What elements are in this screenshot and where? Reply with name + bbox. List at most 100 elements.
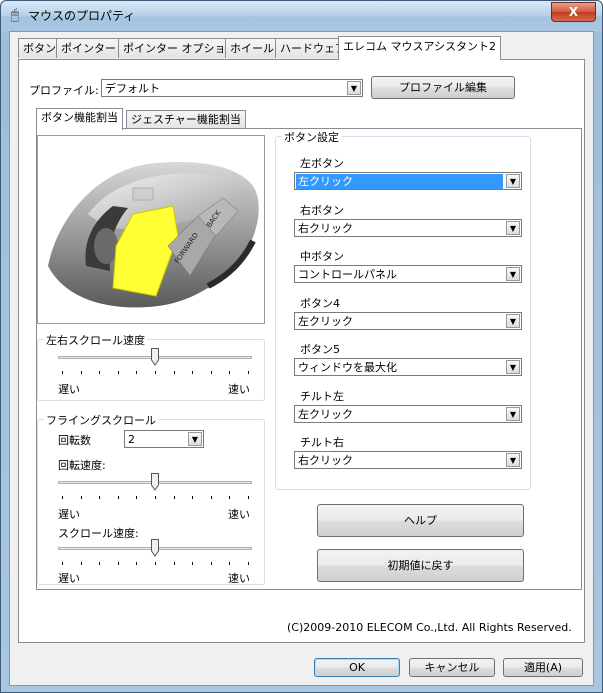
profile-dropdown[interactable]: デフォルト ▼ <box>101 79 363 97</box>
tilt-right-label: チルト右 <box>300 436 344 449</box>
rotation-speed-fast-label: 速い <box>228 508 250 521</box>
help-button[interactable]: ヘルプ <box>317 504 524 537</box>
chevron-down-icon[interactable]: ▼ <box>347 81 361 95</box>
button-settings-title: ボタン設定 <box>282 129 341 145</box>
tilt-left-label: チルト左 <box>300 389 344 403</box>
button-settings-group: ボタン設定 左ボタン 左クリック ▼ 右ボタン 右クリック ▼ 中ボタン コントロールパネル ▼… <box>275 129 531 490</box>
tab-pointer[interactable]: ポインター <box>56 38 121 58</box>
horizontal-scroll-title: 左右スクロール速度 <box>44 332 147 348</box>
slider-tick <box>136 562 138 565</box>
tab-wheel[interactable]: ホイール <box>225 38 279 58</box>
rotation-speed-thumb[interactable] <box>151 473 159 491</box>
rotation-speed-ticks <box>62 496 249 500</box>
slider-tick <box>136 496 138 499</box>
flying-scroll-group: フライングスクロール 回転数 2 ▼ 回転速度: 遅い 速い スクロール速度: <box>37 412 265 585</box>
slider-tick <box>117 496 119 499</box>
cancel-button[interactable]: キャンセル <box>409 658 495 677</box>
edit-profile-button[interactable]: プロファイル編集 <box>371 76 515 99</box>
slider-tick <box>173 496 175 499</box>
function-tabs-area: ボタン機能割当 ジェスチャー機能割当 FORWARD BACK 左右スクロール速… <box>36 107 582 591</box>
slider-tick <box>80 562 82 565</box>
rotations-label: 回転数 <box>58 434 91 447</box>
tilt-left-dropdown[interactable]: 左クリック ▼ <box>294 404 522 423</box>
scroll-speed-fast-label: 速い <box>228 572 250 585</box>
horizontal-scroll-ticks <box>62 371 249 375</box>
slider-tick <box>192 371 194 374</box>
slider-tick <box>248 562 249 565</box>
scroll-speed-slow-label: 遅い <box>58 572 80 585</box>
slider-tick <box>248 371 249 374</box>
slider-tick <box>192 562 194 565</box>
chevron-down-icon[interactable]: ▼ <box>506 267 520 281</box>
right-button-label: 右ボタン <box>300 203 344 217</box>
apply-button[interactable]: 適用(A) <box>503 658 583 677</box>
button5-dropdown[interactable]: ウィンドウを最大化 ▼ <box>294 358 522 376</box>
slider-tick <box>173 562 175 565</box>
scroll-speed-label: スクロール速度: <box>58 527 139 540</box>
slider-tick <box>99 496 101 499</box>
profile-label: プロファイル: <box>29 84 99 97</box>
slider-tick <box>155 371 156 374</box>
slider-tick <box>229 562 231 565</box>
chevron-down-icon[interactable]: ▼ <box>506 220 520 235</box>
chevron-down-icon[interactable]: ▼ <box>506 360 520 374</box>
left-button-label: 左ボタン <box>300 157 344 170</box>
horizontal-scroll-slow-label: 遅い <box>58 383 80 396</box>
tilt-right-dropdown[interactable]: 右クリック ▼ <box>294 451 522 469</box>
mouse-properties-window: 🖱 マウスのプロパティ X ボタン ポインター ポインター オプション ホイール… <box>0 0 603 693</box>
button5-label: ボタン5 <box>300 343 340 356</box>
rotation-speed-slow-label: 遅い <box>58 508 80 521</box>
button-assign-panel: FORWARD BACK 左右スクロール速度 遅い 速い フライングスクロール … <box>36 128 582 590</box>
horizontal-scroll-thumb[interactable] <box>151 348 159 366</box>
rotation-speed-label: 回転速度: <box>58 459 106 472</box>
horizontal-scroll-group: 左右スクロール速度 遅い 速い <box>37 332 265 401</box>
dialog-client: ボタン ポインター ポインター オプション ホイール ハードウェア エレコム マ… <box>9 31 594 686</box>
scroll-speed-ticks <box>62 562 249 566</box>
middle-button-dropdown[interactable]: コントロールパネル ▼ <box>294 265 522 283</box>
slider-tick <box>62 371 63 374</box>
right-button-dropdown[interactable]: 右クリック ▼ <box>294 218 522 237</box>
chevron-down-icon[interactable]: ▼ <box>506 453 520 467</box>
slider-tick <box>210 562 212 565</box>
slider-tick <box>210 371 212 374</box>
slider-tick <box>173 371 175 374</box>
reset-defaults-button[interactable]: 初期値に戻す <box>317 549 524 582</box>
chevron-down-icon[interactable]: ▼ <box>188 432 202 446</box>
slider-tick <box>117 371 119 374</box>
slider-tick <box>136 371 138 374</box>
tab-elecom-assistant[interactable]: エレコム マウスアシスタント2 <box>338 36 502 60</box>
subtab-button-assign[interactable]: ボタン機能割当 <box>36 108 123 130</box>
slider-tick <box>229 496 231 499</box>
close-icon: X <box>568 5 579 19</box>
chevron-down-icon[interactable]: ▼ <box>506 174 520 188</box>
tab-pointer-options[interactable]: ポインター オプション <box>118 38 242 58</box>
chevron-down-icon[interactable]: ▼ <box>506 406 520 421</box>
chevron-down-icon[interactable]: ▼ <box>506 313 520 328</box>
close-button[interactable]: X <box>551 2 596 22</box>
scroll-speed-thumb[interactable] <box>151 539 159 557</box>
slider-tick <box>155 496 156 499</box>
button4-dropdown[interactable]: 左クリック ▼ <box>294 311 522 330</box>
slider-tick <box>80 371 82 374</box>
mouse-icon: 🖱 <box>10 7 20 23</box>
slider-tick <box>155 562 156 565</box>
slider-tick <box>99 371 101 374</box>
slider-tick <box>80 496 82 499</box>
ok-button[interactable]: OK <box>314 658 400 677</box>
title-bar[interactable]: 🖱 マウスのプロパティ X <box>1 1 602 31</box>
slider-tick <box>99 562 101 565</box>
rotations-dropdown[interactable]: 2 ▼ <box>124 430 204 448</box>
slider-tick <box>117 562 119 565</box>
slider-tick <box>62 562 63 565</box>
copyright-text: (C)2009-2010 ELECOM Co.,Ltd. All Rights … <box>287 621 572 634</box>
slider-tick <box>210 496 212 499</box>
slider-tick <box>192 496 194 499</box>
window-title: マウスのプロパティ <box>28 9 136 23</box>
mouse-image-frame: FORWARD BACK <box>37 135 265 324</box>
button4-label: ボタン4 <box>300 296 340 310</box>
left-button-dropdown[interactable]: 左クリック ▼ <box>294 172 522 190</box>
middle-button-label: 中ボタン <box>300 250 344 263</box>
tab-buttons[interactable]: ボタン <box>18 38 61 58</box>
subtab-gesture-assign[interactable]: ジェスチャー機能割当 <box>126 110 246 129</box>
slider-tick <box>248 496 249 499</box>
